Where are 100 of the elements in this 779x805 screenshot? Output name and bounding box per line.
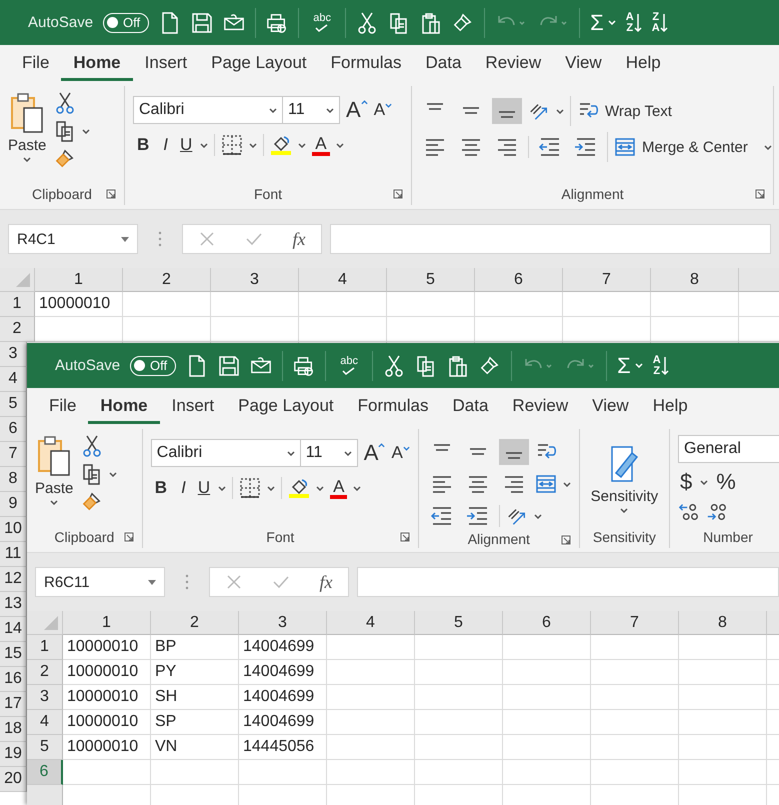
font-name-field[interactable]: Calibri: [150, 439, 301, 467]
caret-icon[interactable]: [556, 108, 564, 114]
column-header[interactable]: 4: [299, 268, 387, 292]
caret-icon[interactable]: [218, 486, 226, 490]
scissors-icon[interactable]: [81, 435, 104, 457]
autosave-toggle[interactable]: Off: [130, 356, 176, 376]
caret-icon[interactable]: [336, 142, 344, 148]
vertical-align-icon[interactable]: [498, 439, 529, 465]
caret-icon[interactable]: [249, 142, 258, 148]
ribbon-tab[interactable]: File: [10, 46, 62, 80]
fill-color-icon[interactable]: [288, 477, 310, 499]
row-header[interactable]: 4: [27, 710, 63, 735]
fill-color-icon[interactable]: [270, 134, 292, 156]
row-header[interactable]: 18: [0, 717, 27, 742]
scissors-icon[interactable]: [383, 354, 406, 376]
column-header[interactable]: 2: [151, 611, 239, 635]
column-header[interactable]: 3: [239, 611, 327, 635]
borders-icon[interactable]: [239, 477, 262, 499]
column-header[interactable]: 5: [415, 611, 503, 635]
brush-icon[interactable]: [452, 12, 474, 34]
column-header[interactable]: 7: [591, 611, 679, 635]
caret-icon[interactable]: [267, 486, 276, 490]
ribbon-tab[interactable]: Help: [640, 390, 700, 424]
dialog-launcher-icon[interactable]: [393, 189, 403, 199]
formula-input[interactable]: [357, 567, 779, 597]
column-header[interactable]: 1: [35, 268, 123, 292]
row-header[interactable]: 2: [0, 317, 35, 342]
ribbon-tab[interactable]: Page Layout: [226, 390, 346, 424]
row-header[interactable]: 13: [0, 592, 27, 617]
grow-font-button[interactable]: A: [364, 440, 386, 466]
column-header[interactable]: 7: [563, 268, 651, 292]
row-header[interactable]: 12: [0, 567, 27, 592]
row-header[interactable]: 10: [0, 517, 27, 542]
ribbon-tab[interactable]: Formulas: [346, 390, 440, 424]
dialog-launcher-icon[interactable]: [755, 189, 765, 199]
brush-icon[interactable]: [479, 354, 502, 376]
row-header[interactable]: 11: [0, 542, 27, 567]
ribbon-tab[interactable]: Help: [614, 46, 673, 80]
dialog-launcher-icon[interactable]: [400, 532, 410, 542]
font-size-field[interactable]: 11: [282, 96, 340, 124]
brush-icon[interactable]: [54, 148, 76, 170]
clipboard-icon[interactable]: [447, 354, 470, 376]
caret-icon[interactable]: [316, 486, 324, 490]
percent-button[interactable]: %: [714, 469, 738, 495]
column-header[interactable]: 5: [387, 268, 475, 292]
row-header[interactable]: 6: [0, 417, 27, 442]
sort-button[interactable]: Z A: [652, 12, 668, 34]
sort-button[interactable]: A Z: [626, 12, 642, 34]
underline-button[interactable]: U: [196, 478, 212, 498]
caret-icon[interactable]: [298, 142, 306, 148]
ribbon-tab[interactable]: Formulas: [318, 46, 414, 80]
number-format-field[interactable]: General: [678, 435, 779, 463]
ribbon-tab[interactable]: Insert: [160, 390, 226, 424]
clipboard-icon[interactable]: [420, 12, 442, 34]
merge-cells-icon[interactable]: [534, 473, 557, 495]
row-header[interactable]: 1: [0, 292, 35, 317]
autosave-toggle[interactable]: Off: [103, 12, 150, 32]
paste-button[interactable]: Paste: [8, 90, 46, 183]
ribbon-tab[interactable]: Review: [500, 390, 580, 424]
caret-icon[interactable]: [534, 514, 542, 518]
ribbon-tab[interactable]: Review: [473, 46, 554, 80]
row-header[interactable]: 7: [0, 442, 27, 467]
column-header[interactable]: 3: [211, 268, 299, 292]
wrap-text-button[interactable]: Wrap Text: [577, 100, 672, 122]
ribbon-tab[interactable]: View: [580, 390, 641, 424]
ribbon-tab[interactable]: Insert: [132, 46, 200, 80]
autosum-button[interactable]: Σ: [617, 352, 643, 378]
column-header[interactable]: 6: [503, 611, 591, 635]
borders-icon[interactable]: [221, 134, 244, 156]
column-header[interactable]: 2: [123, 268, 211, 292]
currency-button[interactable]: $: [678, 469, 694, 495]
brush-icon[interactable]: [81, 491, 104, 513]
bold-button[interactable]: B: [133, 135, 154, 155]
font-color-button[interactable]: A: [330, 478, 348, 498]
font-name-field[interactable]: Calibri: [133, 96, 283, 124]
column-header[interactable]: 1: [63, 611, 151, 635]
row-header[interactable]: 1: [27, 635, 63, 660]
name-box[interactable]: R6C11: [35, 567, 165, 597]
caret-icon[interactable]: [700, 480, 708, 484]
caret-icon[interactable]: [200, 142, 208, 148]
row-header[interactable]: 8: [0, 467, 27, 492]
dialog-launcher-icon[interactable]: [106, 189, 116, 199]
row-header[interactable]: 3: [27, 685, 63, 710]
insert-function-button[interactable]: fx: [320, 572, 332, 592]
shrink-font-button[interactable]: A: [374, 100, 392, 120]
ribbon-tab[interactable]: Data: [440, 390, 500, 424]
font-size-field[interactable]: 11: [300, 439, 358, 467]
caret-icon[interactable]: [82, 128, 90, 134]
ribbon-tab[interactable]: Page Layout: [199, 46, 319, 80]
spelling-button[interactable]: abc: [336, 356, 362, 375]
row-header[interactable]: 14: [0, 617, 27, 642]
ribbon-tab[interactable]: Data: [414, 46, 474, 80]
ribbon-tab[interactable]: View: [553, 46, 614, 80]
dialog-launcher-icon[interactable]: [124, 532, 134, 542]
sort-button[interactable]: A Z: [652, 354, 669, 376]
autosum-button[interactable]: Σ: [590, 10, 616, 36]
column-header[interactable]: 8: [651, 268, 739, 292]
row-header[interactable]: 3: [0, 342, 27, 367]
row-header[interactable]: 6: [27, 760, 63, 785]
save-icon[interactable]: [191, 12, 214, 34]
